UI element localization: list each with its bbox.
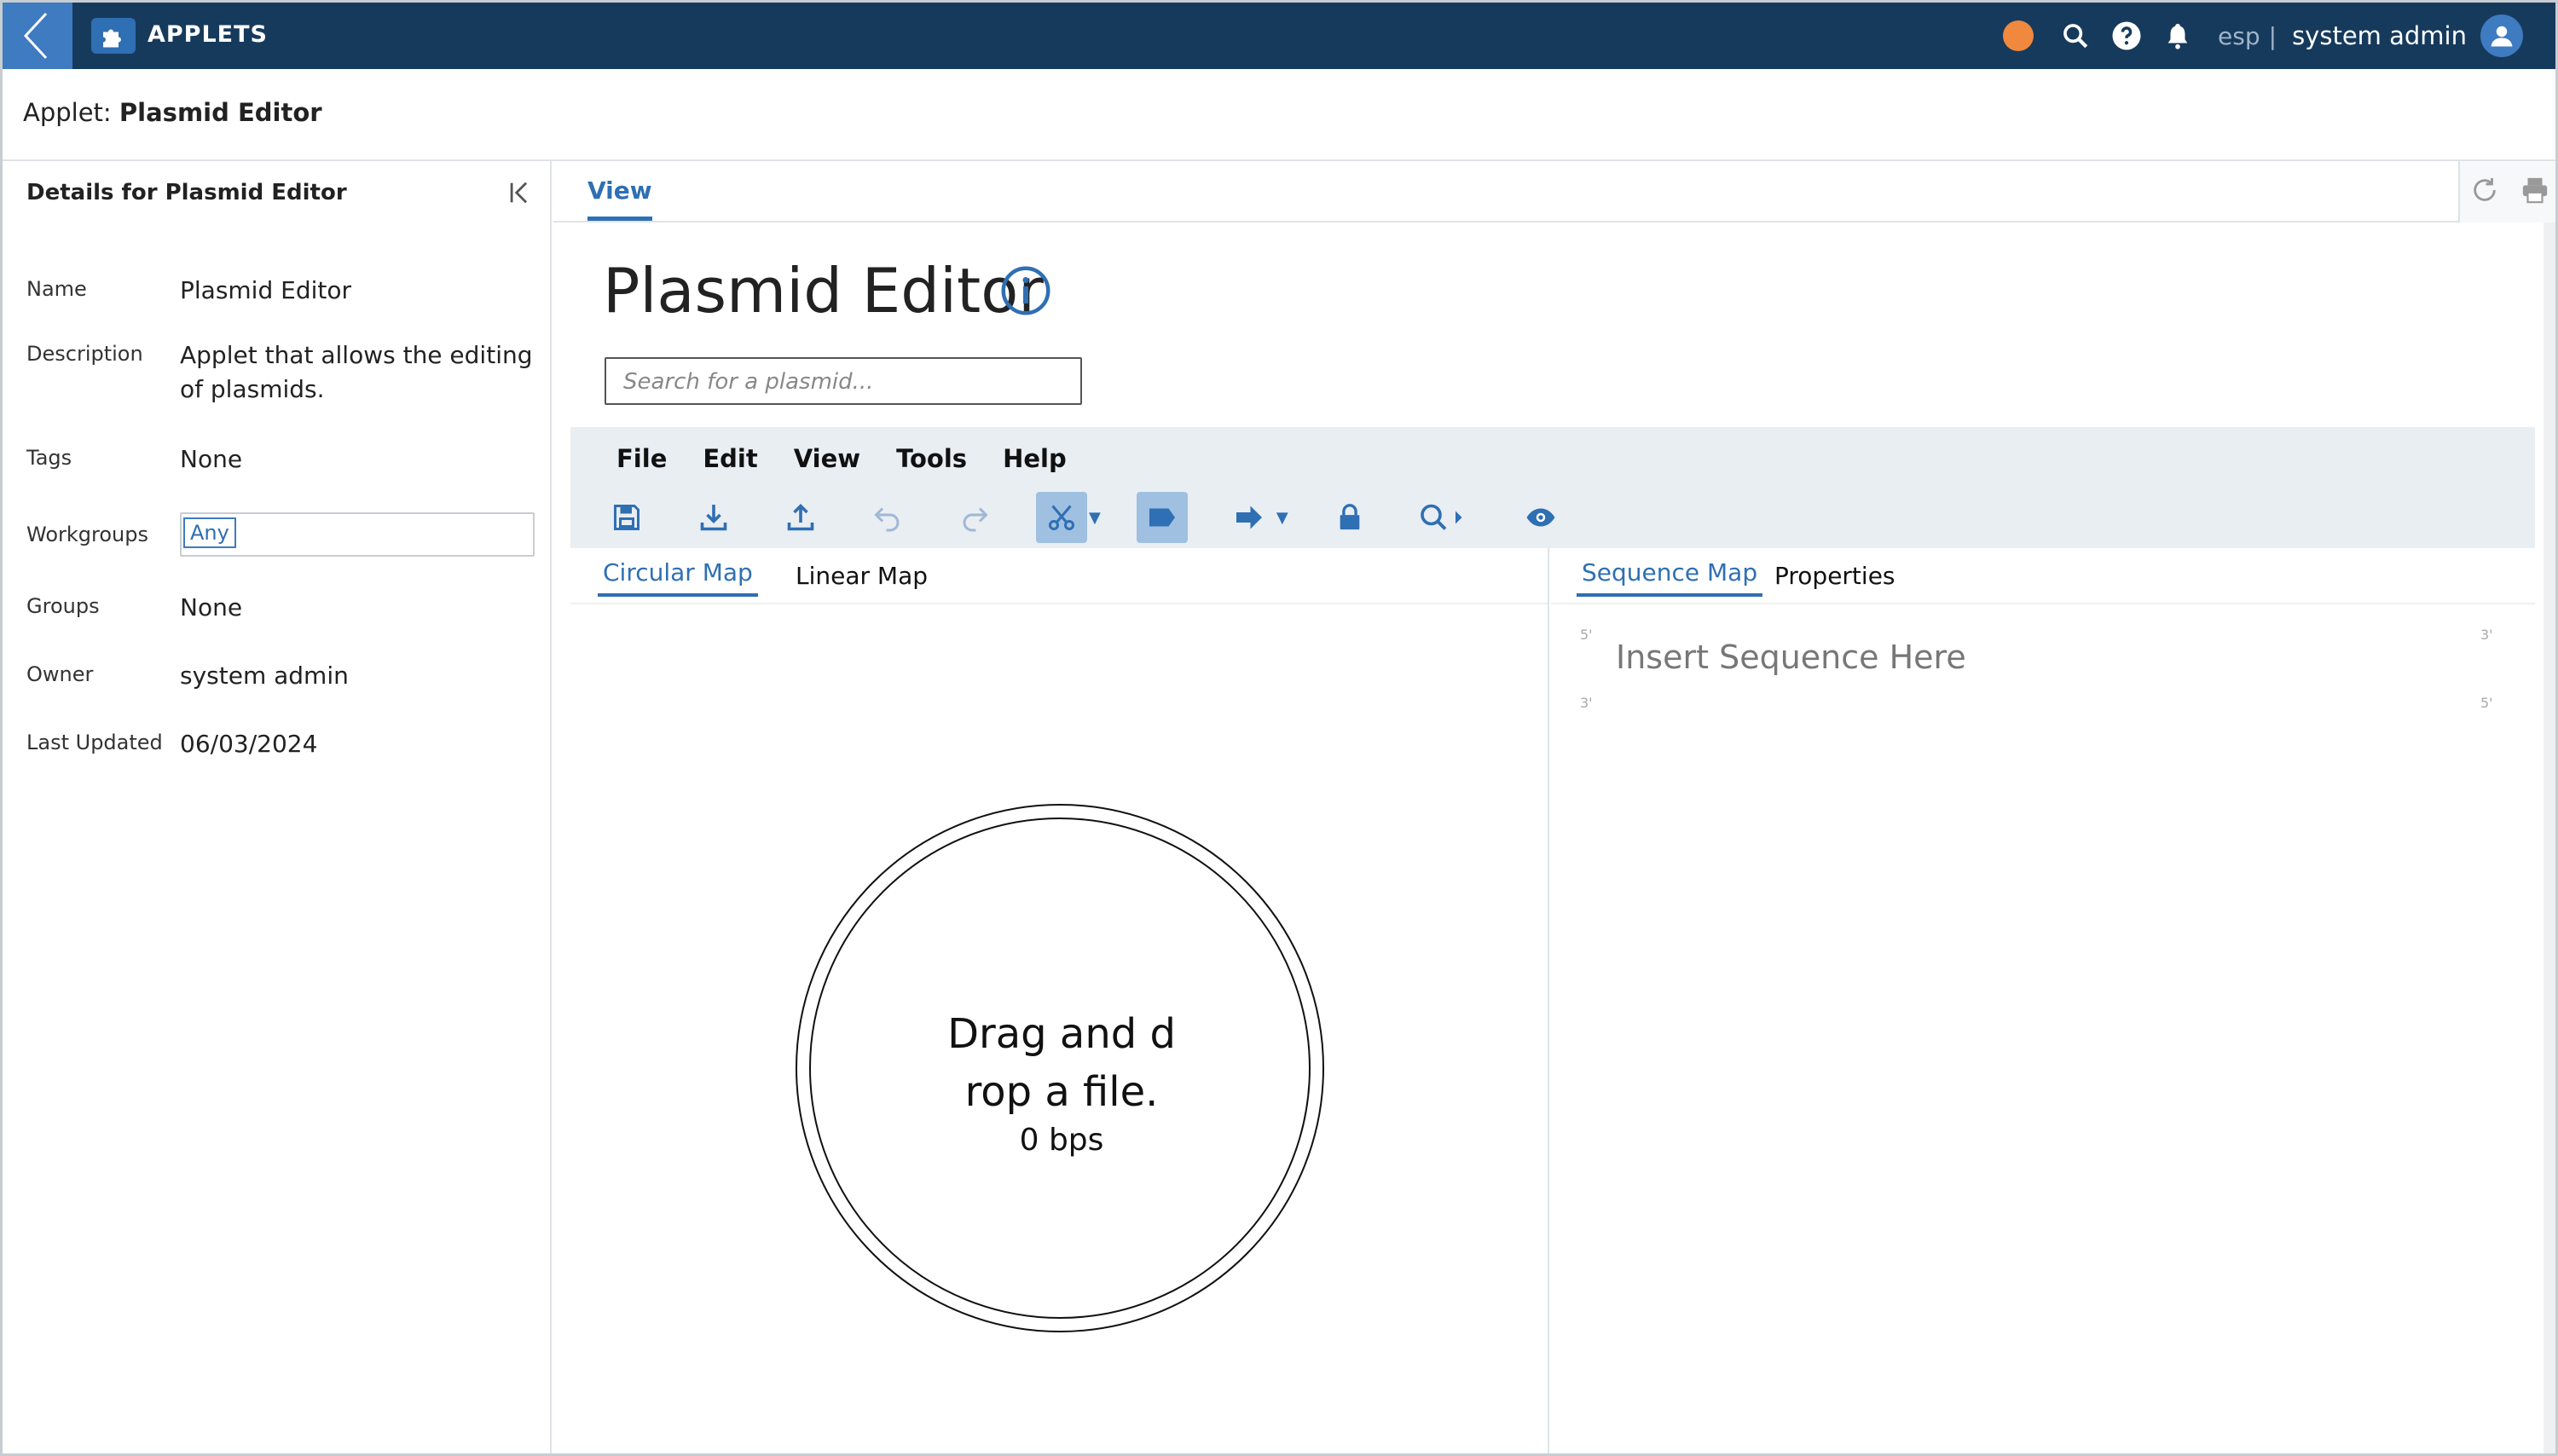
field-value: system admin: [180, 662, 349, 690]
refresh-icon[interactable]: [2470, 176, 2499, 208]
bell-icon[interactable]: [2160, 18, 2196, 54]
menu-file[interactable]: File: [616, 444, 667, 473]
field-value: Applet that allows the editing of plasmi…: [180, 341, 533, 403]
scrollbar[interactable]: [2544, 222, 2555, 1453]
top-bar-actions: esp | system admin: [2003, 3, 2523, 69]
field-label: Owner: [26, 662, 94, 686]
upload-icon[interactable]: [775, 492, 826, 543]
editor-toolbar: ▼ ▼: [601, 492, 1602, 543]
drop-file-text: Drag and d rop a file.: [947, 1010, 1176, 1116]
circular-map-pane: Circular Map Linear Map Drag and d rop a…: [570, 548, 1549, 1453]
workgroups-input[interactable]: Any: [180, 512, 535, 557]
back-button[interactable]: [3, 3, 72, 69]
language-selector[interactable]: esp: [2218, 22, 2260, 50]
user-avatar-icon[interactable]: [2480, 14, 2523, 57]
map-tabs: Circular Map Linear Map: [570, 548, 1548, 604]
arrow-right-icon[interactable]: [1224, 492, 1275, 543]
circular-map-inner-ring: Drag and d rop a file. 0 bps: [809, 818, 1311, 1319]
user-name[interactable]: system admin: [2292, 21, 2467, 50]
tab-linear-map[interactable]: Linear Map: [796, 562, 928, 597]
redo-icon[interactable]: [949, 492, 1000, 543]
cut-dropdown-caret-icon[interactable]: ▼: [1089, 509, 1101, 527]
field-last-updated: Last Updated 06/03/2024: [26, 727, 538, 761]
field-value: 06/03/2024: [180, 730, 318, 758]
tab-actions: [2458, 161, 2555, 222]
sequence-tabs: Sequence Map Properties: [1551, 548, 2535, 604]
view-tabbar: View: [553, 161, 2555, 222]
save-icon[interactable]: [601, 492, 652, 543]
details-panel: Details for Plasmid Editor Name Plasmid …: [3, 161, 552, 1453]
cut-icon[interactable]: [1036, 492, 1087, 543]
field-label: Tags: [26, 446, 72, 470]
editor-menubar: File Edit View Tools Help ▼ ▼: [570, 427, 2535, 548]
help-icon[interactable]: [2109, 18, 2144, 54]
field-label: Workgroups: [26, 523, 148, 546]
sequence-map-pane: Sequence Map Properties 5' 3' Insert Seq…: [1551, 548, 2535, 1453]
puzzle-icon: [91, 18, 136, 54]
tab-properties[interactable]: Properties: [1774, 562, 1895, 597]
menu-tools[interactable]: Tools: [896, 444, 967, 473]
field-value: None: [180, 593, 243, 621]
field-value: None: [180, 445, 243, 473]
strand-label: 5': [1580, 627, 1593, 643]
visibility-eye-icon[interactable]: [1515, 492, 1566, 543]
download-icon[interactable]: [688, 492, 739, 543]
lock-icon[interactable]: [1324, 492, 1375, 543]
plasmid-editor: File Edit View Tools Help ▼ ▼ Circular M…: [570, 427, 2535, 1453]
arrow-dropdown-caret-icon[interactable]: ▼: [1276, 509, 1288, 527]
breadcrumb-prefix: Applet:: [23, 98, 112, 127]
info-icon[interactable]: [1000, 265, 1051, 316]
divider: |: [2268, 21, 2277, 50]
tab-view[interactable]: View: [587, 176, 652, 221]
field-groups: Groups None: [26, 591, 538, 625]
field-label: Last Updated: [26, 731, 163, 754]
strand-label: 5': [2480, 695, 2493, 711]
app-title[interactable]: APPLETS: [148, 21, 268, 48]
breadcrumb: Applet: Plasmid Editor: [23, 98, 322, 127]
undo-icon[interactable]: [862, 492, 913, 543]
field-workgroups: Workgroups Any: [26, 512, 535, 557]
sequence-length: 0 bps: [1019, 1123, 1104, 1158]
app-window: APPLETS esp | system admin Applet: Plasm…: [0, 0, 2558, 1456]
field-tags: Tags None: [26, 442, 538, 477]
plasmid-search-input[interactable]: Search for a plasmid...: [605, 357, 1082, 405]
field-owner: Owner system admin: [26, 659, 538, 693]
menu-view[interactable]: View: [794, 444, 860, 473]
circular-map-dropzone[interactable]: Drag and d rop a file. 0 bps: [796, 804, 1324, 1332]
details-heading: Details for Plasmid Editor: [26, 180, 347, 205]
main-content: View Plasmid Editor Search for a plasmid…: [553, 161, 2555, 1453]
workgroup-chip[interactable]: Any: [183, 517, 236, 548]
find-icon[interactable]: [1411, 492, 1479, 543]
menu-edit[interactable]: Edit: [703, 444, 757, 473]
collapse-panel-icon[interactable]: [506, 178, 535, 207]
sequence-input[interactable]: Insert Sequence Here: [1616, 638, 1966, 676]
field-description: Description Applet that allows the editi…: [26, 338, 538, 407]
tab-circular-map[interactable]: Circular Map: [598, 558, 758, 597]
menu-help[interactable]: Help: [1003, 444, 1067, 473]
strand-label: 3': [2480, 627, 2493, 643]
label-tag-icon[interactable]: [1136, 492, 1188, 543]
tab-sequence-map[interactable]: Sequence Map: [1577, 558, 1763, 597]
page-title: Plasmid Editor: [603, 255, 1044, 326]
top-bar: APPLETS esp | system admin: [3, 3, 2555, 69]
search-icon[interactable]: [2057, 18, 2093, 54]
field-name: Name Plasmid Editor: [26, 274, 538, 308]
field-label: Groups: [26, 594, 100, 618]
strand-label: 3': [1580, 695, 1593, 711]
field-value: Plasmid Editor: [180, 276, 352, 304]
print-icon[interactable]: [2519, 176, 2551, 208]
breadcrumb-applet-name: Plasmid Editor: [119, 98, 322, 127]
field-label: Description: [26, 342, 143, 366]
field-label: Name: [26, 277, 87, 301]
status-indicator[interactable]: [2003, 20, 2034, 51]
chevron-left-icon: [23, 12, 48, 60]
